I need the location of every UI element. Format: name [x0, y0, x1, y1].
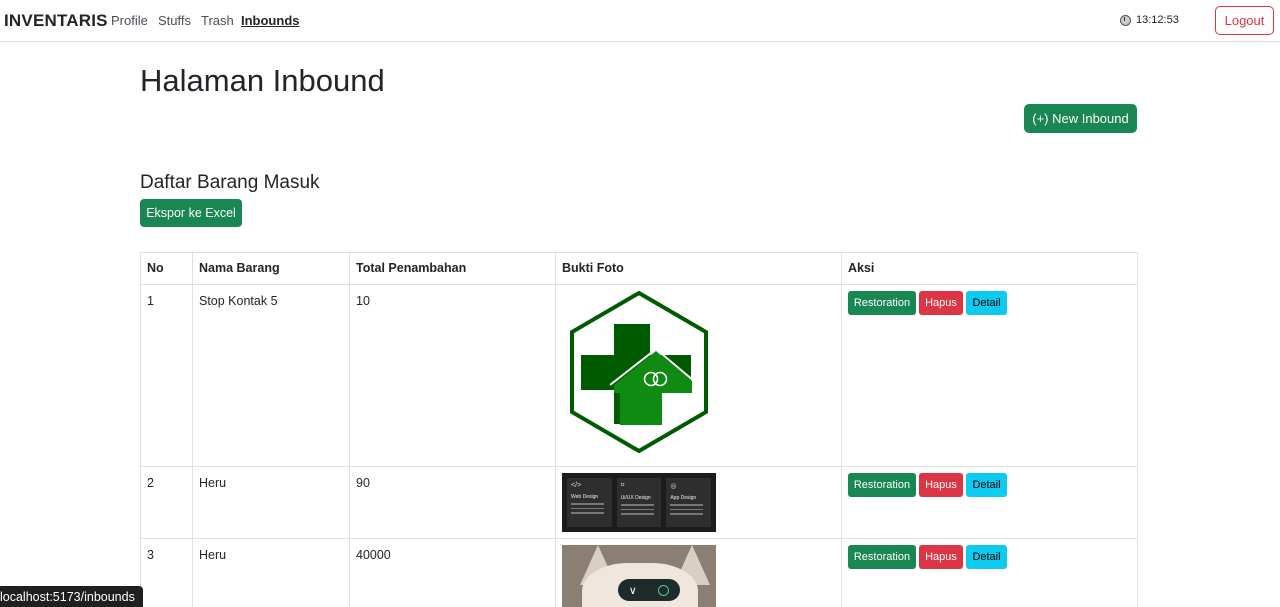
cell-no: 1: [140, 284, 193, 467]
services-screenshot-image[interactable]: </> Web Design ⌗ Ui/UX Design ◎ App Desi…: [562, 473, 716, 532]
header-aksi: Aksi: [841, 252, 1138, 285]
row-actions: Restoration Hapus Detail: [848, 473, 1131, 497]
page-title: Halaman Inbound: [140, 63, 385, 98]
clock: 13:12:53: [1120, 14, 1179, 26]
cell-no: 3: [140, 538, 193, 607]
cell-nama: Heru: [192, 538, 350, 607]
cell-no: 2: [140, 466, 193, 539]
cell-nama: Heru: [192, 466, 350, 539]
nav-link-trash[interactable]: Trash: [201, 13, 234, 28]
thumb-card: ⌗ Ui/UX Design: [616, 478, 662, 527]
chevron-down-icon[interactable]: ∨: [629, 584, 637, 597]
clock-time: 13:12:53: [1136, 14, 1179, 26]
detail-button[interactable]: Detail: [966, 473, 1007, 497]
header-nama-barang: Nama Barang: [192, 252, 350, 285]
restoration-button[interactable]: Restoration: [848, 545, 916, 569]
thumb-card-title: Ui/UX Design: [620, 495, 651, 501]
cell-bukti-foto: [555, 284, 842, 467]
cell-bukti-foto: </> Web Design ⌗ Ui/UX Design ◎ App Desi…: [555, 466, 842, 539]
hapus-button[interactable]: Hapus: [919, 291, 963, 315]
detail-button[interactable]: Detail: [966, 291, 1007, 315]
thumb-card: </> Web Design: [567, 478, 612, 527]
media-overlay-toolbar[interactable]: ∨: [618, 579, 680, 601]
brand-logo[interactable]: INVENTARIS: [4, 11, 108, 31]
thumb-card-title: Web Design: [571, 494, 599, 500]
cat-photo-image[interactable]: ∨: [562, 545, 716, 607]
target-icon[interactable]: [658, 584, 670, 596]
header-total-penambahan: Total Penambahan: [349, 252, 556, 285]
row-actions: Restoration Hapus Detail: [848, 291, 1131, 315]
nav-link-profile[interactable]: Profile: [111, 13, 148, 28]
browser-status-url: localhost:5173/inbounds: [0, 586, 143, 607]
crop-icon: ⌗: [620, 482, 625, 489]
detail-button[interactable]: Detail: [966, 545, 1007, 569]
new-inbound-button[interactable]: (+) New Inbound: [1024, 104, 1137, 133]
thumb-card-title: App Design: [670, 495, 697, 501]
header-no: No: [140, 252, 193, 285]
cell-total: 90: [349, 466, 556, 539]
hapus-button[interactable]: Hapus: [919, 545, 963, 569]
section-title: Daftar Barang Masuk: [140, 172, 320, 193]
restoration-button[interactable]: Restoration: [848, 473, 916, 497]
clock-icon: [1120, 14, 1131, 26]
inbound-table-wrap: No Nama Barang Total Penambahan Bukti Fo…: [140, 252, 1138, 607]
export-excel-button[interactable]: Ekspor ke Excel: [140, 199, 242, 227]
cell-aksi: Restoration Hapus Detail: [841, 538, 1138, 607]
nav-link-stuffs[interactable]: Stuffs: [158, 13, 191, 28]
cell-total: 10: [349, 284, 556, 467]
health-logo-image[interactable]: [562, 291, 716, 453]
navbar: INVENTARIS Profile Stuffs Trash Inbounds…: [0, 0, 1280, 42]
cell-aksi: Restoration Hapus Detail: [841, 466, 1138, 539]
header-bukti-foto: Bukti Foto: [555, 252, 842, 285]
cell-bukti-foto: ∨: [555, 538, 842, 607]
restoration-button[interactable]: Restoration: [848, 291, 916, 315]
thumb-card: ◎ App Design: [666, 478, 712, 527]
table-row: 1 Stop Kontak 5 10 Restoration Hapus Det…: [140, 284, 1138, 467]
cell-total: 40000: [349, 538, 556, 607]
row-actions: Restoration Hapus Detail: [848, 545, 1131, 569]
table-row: 3 Heru 40000 ∨ Restoration Hapus Detail: [140, 538, 1138, 607]
inbound-table: No Nama Barang Total Penambahan Bukti Fo…: [140, 252, 1138, 607]
cell-aksi: Restoration Hapus Detail: [841, 284, 1138, 467]
logout-button[interactable]: Logout: [1215, 6, 1274, 35]
nav-link-inbounds[interactable]: Inbounds: [241, 13, 300, 28]
table-row: 2 Heru 90 </> Web Design ⌗ Ui/UX Design: [140, 466, 1138, 539]
table-header-row: No Nama Barang Total Penambahan Bukti Fo…: [140, 252, 1138, 285]
cell-nama: Stop Kontak 5: [192, 284, 350, 467]
hapus-button[interactable]: Hapus: [919, 473, 963, 497]
code-icon: </>: [571, 482, 582, 489]
app-icon: ◎: [670, 483, 677, 490]
